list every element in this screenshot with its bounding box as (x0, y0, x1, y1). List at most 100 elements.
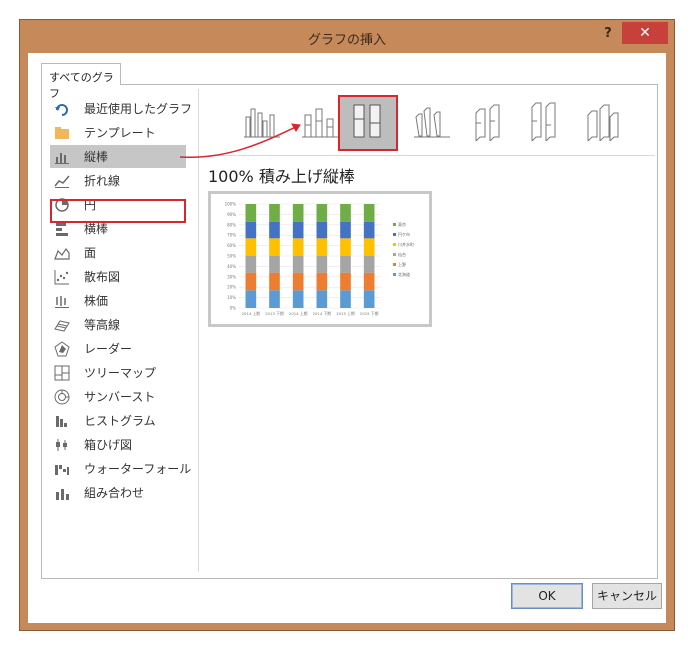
bar-segment (363, 290, 375, 308)
bar-segment (340, 256, 351, 273)
sidebar-item-label: レーダー (84, 342, 133, 356)
sidebar-item[interactable]: 株価 (50, 289, 186, 312)
sidebar-item-label: テンプレート (84, 126, 156, 140)
bar-segment (363, 221, 375, 239)
chart-type-list: 最近使用したグラフ テンプレート 縦棒 折れ線円横棒面散布図 株価 等高線 レーダー ツリーマ… (42, 85, 194, 578)
sidebar-item-label: 折れ線 (84, 174, 121, 188)
boxwhisker-chart-icon (54, 437, 70, 453)
x-tick-label: 2014 上期 (289, 311, 308, 316)
sidebar-item-label: 等高線 (84, 318, 121, 332)
bar-segment (245, 204, 257, 222)
bar-segment (245, 238, 257, 256)
bar-segment (269, 290, 280, 308)
bar-segment (292, 221, 304, 239)
x-tick-label: 2015 下期 (360, 311, 379, 316)
insert-chart-dialog: グラフの挿入 ? ✕ すべてのグラフ 最近使用したグラフ テンプレート 縦棒折れ線円… (19, 19, 675, 631)
sidebar-item-label: 株価 (84, 294, 109, 308)
column-chart-icon (54, 149, 70, 165)
legend-swatch (393, 243, 396, 246)
treemap-chart-icon (54, 365, 70, 381)
sidebar-item[interactable]: テンプレート (50, 121, 186, 144)
y-tick-label: 70% (227, 233, 236, 238)
bar-segment (292, 256, 304, 273)
bar-segment (269, 238, 280, 256)
bar-segment (245, 256, 257, 273)
clustered-column-icon[interactable] (242, 101, 282, 141)
tab-all-charts[interactable]: すべてのグラフ (41, 63, 121, 100)
sidebar-item-label: 縦棒 (84, 150, 109, 164)
sidebar-item[interactable]: 組み合わせ (50, 481, 186, 504)
radar-chart-icon (54, 340, 70, 357)
y-tick-label: 50% (227, 254, 236, 259)
histogram-chart-icon (54, 413, 70, 429)
bar-segment (363, 256, 375, 273)
folder-icon (54, 125, 70, 141)
chart-svg: 100% 90% 80% 70% 60% 50% 40% 30% 20% 10% 0% 2014 上期… (225, 202, 414, 317)
sidebar-item[interactable]: レーダー (50, 337, 186, 360)
sidebar-item-label: 面 (84, 246, 97, 260)
sidebar-item[interactable]: 箱ひげ図 (50, 433, 186, 456)
bar-segment (340, 238, 351, 256)
close-button[interactable]: ✕ (622, 22, 668, 44)
selection-highlight (50, 199, 186, 223)
divider (198, 89, 199, 572)
sidebar-item[interactable]: ヒストグラム (50, 409, 186, 432)
divider (209, 155, 655, 156)
sidebar-item[interactable]: 縦棒 (50, 145, 186, 168)
y-tick-label: 80% (227, 222, 236, 227)
line-chart-icon (54, 173, 70, 189)
bar-segment (292, 238, 304, 256)
chart-preview[interactable]: 100% 90% 80% 70% 60% 50% 40% 30% 20% 10% 0% 2014 上期… (208, 191, 432, 327)
bar-segment (316, 256, 328, 273)
bar-segment (340, 221, 351, 239)
3d-stacked-column-icon[interactable] (470, 101, 510, 143)
sidebar-item[interactable]: 面 (50, 241, 186, 264)
3d-percent-stacked-column-icon[interactable] (526, 101, 566, 143)
bar-segment (340, 290, 351, 308)
waterfall-chart-icon (54, 461, 70, 477)
chart-subtype-strip (216, 91, 656, 157)
y-tick-label: 90% (227, 212, 236, 217)
scatter-chart-icon (54, 269, 70, 285)
bar-segment (269, 204, 280, 222)
sidebar-item[interactable]: ウォーターフォール (50, 457, 191, 480)
bar-segment (363, 238, 375, 256)
sidebar-item-label: 組み合わせ (84, 486, 145, 500)
sidebar-item-label: 散布図 (84, 270, 121, 284)
legend-swatch (393, 263, 396, 266)
sidebar-item-label: サンバースト (84, 390, 156, 404)
sidebar-item[interactable]: ツリーマップ (50, 361, 186, 384)
legend-label: 仙台 (398, 251, 406, 257)
ok-button[interactable]: OK (511, 583, 583, 609)
sidebar-item[interactable]: 散布図 (50, 265, 186, 288)
sunburst-chart-icon (54, 389, 70, 405)
legend-label: 円ケ市 (398, 231, 410, 237)
x-tick-label: 2014 下期 (313, 311, 332, 316)
sidebar-item[interactable]: 折れ線 (50, 169, 186, 192)
legend-swatch (393, 273, 396, 276)
bar-segment (269, 272, 280, 291)
sidebar-item-label: 最近使用したグラフ (84, 102, 193, 116)
stacked-column-icon[interactable] (300, 101, 340, 141)
y-tick-label: 40% (227, 264, 236, 269)
legend-swatch (393, 223, 396, 226)
sidebar-item[interactable]: 最近使用したグラフ (50, 97, 192, 120)
legend-label: 北海道 (398, 271, 410, 277)
bar-segment (269, 256, 280, 273)
title-bar[interactable]: グラフの挿入 ? ✕ (20, 20, 674, 53)
help-button[interactable]: ? (595, 26, 621, 46)
bar-segment (316, 272, 328, 291)
3d-column-icon[interactable] (582, 101, 622, 143)
percent-stacked-column-icon[interactable] (348, 101, 388, 141)
sidebar-item[interactable]: 等高線 (50, 313, 186, 336)
chart-subtype-title: 100% 積み上げ縦棒 (208, 167, 355, 186)
surface-chart-icon (54, 317, 70, 333)
legend-label: 川井水町 (398, 241, 414, 247)
cancel-button[interactable]: キャンセル (592, 583, 662, 609)
x-tick-label: 2014 上期 (242, 311, 261, 316)
sidebar-item[interactable]: サンバースト (50, 385, 186, 408)
sidebar-item-label: 箱ひげ図 (84, 438, 133, 452)
sidebar-item-label: ヒストグラム (84, 414, 156, 428)
combo-chart-icon (54, 485, 70, 501)
3d-clustered-column-icon[interactable] (412, 101, 452, 141)
